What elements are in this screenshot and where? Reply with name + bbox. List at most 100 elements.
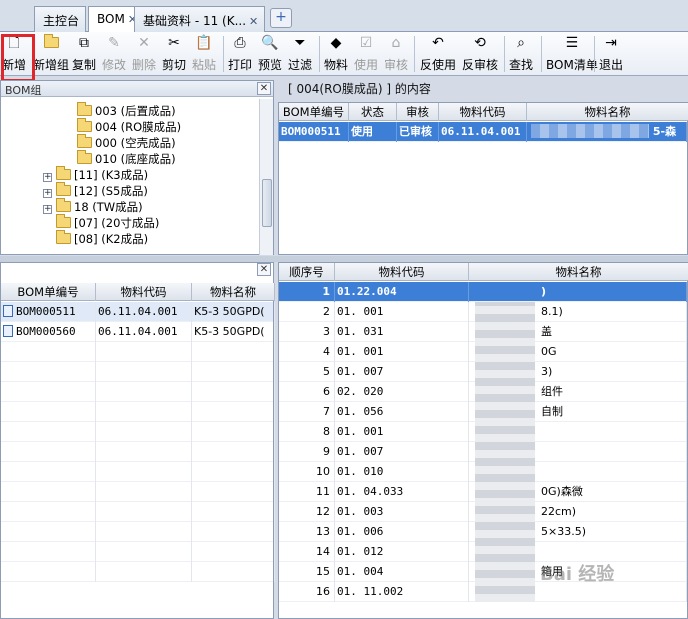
tree-item[interactable]: 004 (RO膜成品) <box>77 118 181 135</box>
tree-item[interactable]: [07] (20寸成品) <box>43 214 160 231</box>
cut-button[interactable]: ✂ 剪切 <box>162 34 186 73</box>
table-row[interactable]: 1 01.22.004) <box>279 282 687 302</box>
col-seq[interactable]: 顺序号 <box>279 263 335 281</box>
table-cell <box>98 502 192 522</box>
table-row[interactable] <box>1 522 275 542</box>
unuse-button[interactable]: ↶ 反使用 <box>420 34 456 73</box>
folder-icon <box>77 118 92 132</box>
table-row[interactable] <box>1 482 275 502</box>
cell-seq: 5 <box>279 362 335 382</box>
tree-item[interactable]: [08] (K2成品) <box>43 230 148 247</box>
copy-button[interactable]: ⧉ 复制 <box>72 34 96 73</box>
find-button[interactable]: ⌕ 查找 <box>509 34 533 73</box>
table-cell <box>194 562 275 582</box>
close-icon[interactable]: ✕ <box>249 15 258 28</box>
col-bom-no[interactable]: BOM单编号 <box>1 283 96 301</box>
new-button-highlight <box>1 34 35 82</box>
col-material-code[interactable]: 物料代码 <box>96 283 192 301</box>
col-material-name[interactable]: 物料名称 <box>192 283 275 301</box>
close-icon[interactable]: ✕ <box>257 263 271 276</box>
expand-icon[interactable]: + <box>43 205 52 214</box>
table-cell <box>194 482 275 502</box>
audit-button[interactable]: ⌂ 审核 <box>384 34 408 73</box>
table-row[interactable] <box>1 442 275 462</box>
folder-icon <box>77 150 92 164</box>
paste-button[interactable]: 📋 粘贴 <box>192 34 216 73</box>
tab-label: 主控台 <box>43 14 80 28</box>
tab-basic-data[interactable]: 基础资料 - 11 (K... ✕ <box>134 6 266 32</box>
cell-text: BOM000511 <box>16 305 76 318</box>
col-bom-no[interactable]: BOM单编号 <box>279 103 349 121</box>
tree-item-label: 003 (后置成品) <box>95 104 176 118</box>
add-tab-button[interactable]: + <box>270 8 292 28</box>
table-cell <box>3 362 96 382</box>
col-material-code[interactable]: 物料代码 <box>439 103 527 121</box>
bom-list-label: BOM清单 <box>546 58 598 72</box>
col-material-code[interactable]: 物料代码 <box>335 263 469 281</box>
col-audit[interactable]: 审核 <box>397 103 439 121</box>
toolbar-separator <box>319 36 320 72</box>
table-cell <box>194 342 275 362</box>
tree-item[interactable]: + [11] (K3成品) <box>43 166 148 183</box>
table-cell <box>98 422 192 442</box>
cell-seq: 3 <box>279 322 335 342</box>
cell-seq: 16 <box>279 582 335 602</box>
print-button[interactable]: ⎙ 打印 <box>228 34 252 73</box>
delete-button[interactable]: ✕ 删除 <box>132 34 156 73</box>
table-cell <box>194 362 275 382</box>
expand-icon[interactable]: + <box>43 173 52 182</box>
unaudit-button[interactable]: ⟲ 反审核 <box>462 34 498 73</box>
scrollbar-thumb[interactable] <box>262 179 272 227</box>
col-status[interactable]: 状态 <box>349 103 397 121</box>
table-row[interactable] <box>1 342 275 362</box>
preview-button[interactable]: 🔍 预览 <box>258 34 282 73</box>
col-material-name[interactable]: 物料名称 <box>469 263 688 281</box>
table-row[interactable]: BOM000511 使用 已审核 06.11.04.001 5-森 <box>279 122 687 142</box>
table-row[interactable] <box>1 382 275 402</box>
tree-item[interactable]: +18 (TW成品) <box>43 198 143 215</box>
table-cell <box>3 382 96 402</box>
table-row[interactable] <box>1 422 275 442</box>
close-icon[interactable]: ✕ <box>257 82 271 95</box>
filter-button[interactable]: ⏷ 过滤 <box>288 34 312 73</box>
tree-scrollbar[interactable] <box>259 99 273 255</box>
tab-console[interactable]: 主控台 <box>34 6 87 32</box>
table-cell <box>194 442 275 462</box>
cell-bom-no: BOM000511 <box>281 122 349 142</box>
table-cell <box>3 542 96 562</box>
tree-item[interactable]: 010 (底座成品) <box>77 150 176 167</box>
audit-icon: ⌂ <box>391 35 401 51</box>
exit-button[interactable]: ⇥ 退出 <box>599 34 623 73</box>
new-group-button[interactable]: 新增组 <box>33 34 69 73</box>
table-row[interactable]: BOM000560 06.11.04.001 K5-3 50GPD( <box>1 322 275 342</box>
redacted-block <box>531 124 649 138</box>
table-cell <box>3 342 96 362</box>
table-row[interactable] <box>1 562 275 582</box>
table-row[interactable] <box>1 542 275 562</box>
folder-icon <box>56 182 71 196</box>
table-row[interactable] <box>1 402 275 422</box>
modify-button[interactable]: ✎ 修改 <box>102 34 126 73</box>
tree-item-label: [07] (20寸成品) <box>74 216 160 230</box>
bom-list-button[interactable]: ☰ BOM清单 <box>546 34 598 73</box>
tree-item[interactable]: + [12] (S5成品) <box>43 182 148 199</box>
print-label: 打印 <box>228 58 253 72</box>
cell-seq: 2 <box>279 302 335 322</box>
table-row[interactable] <box>1 462 275 482</box>
table-cell <box>194 382 275 402</box>
printer-icon: ⎙ <box>234 35 246 51</box>
use-button[interactable]: ☑ 使用 <box>354 34 378 73</box>
col-material-name[interactable]: 物料名称 <box>527 103 688 121</box>
expand-icon[interactable]: + <box>43 189 52 198</box>
table-row[interactable] <box>1 502 275 522</box>
unaudit-label: 反审核 <box>462 58 499 72</box>
list-icon: ☰ <box>565 35 579 51</box>
table-row[interactable] <box>1 362 275 382</box>
table-row[interactable]: BOM000511 06.11.04.001 K5-3 50GPD( <box>1 302 275 322</box>
table-cell: BOM000511 <box>3 302 96 322</box>
material-button[interactable]: ◆ 物料 <box>324 34 348 73</box>
tree-item[interactable]: 000 (空壳成品) <box>77 134 176 151</box>
tree-item[interactable]: 003 (后置成品) <box>77 102 176 119</box>
table-cell: K5-3 50GPD( <box>194 302 275 322</box>
bom-list-panel: ✕ BOM单编号 物料代码 物料名称 BOM000511 06.11.04.001… <box>0 262 275 619</box>
